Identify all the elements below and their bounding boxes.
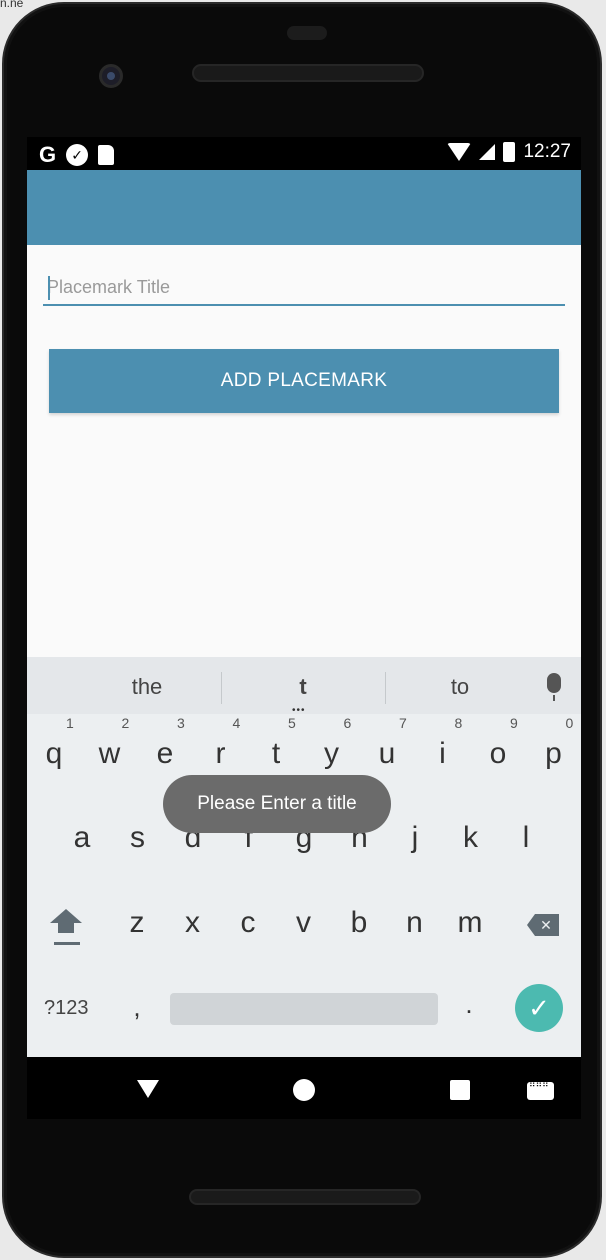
toast-message: Please Enter a title [163,775,391,833]
front-camera [99,64,123,88]
key-o[interactable]: o [483,737,513,771]
key-number-hint: 9 [510,715,518,731]
key-number-hint: 2 [121,715,130,731]
key-z[interactable]: z [122,906,152,940]
backspace-icon[interactable]: ✕ [527,914,559,936]
key-s[interactable]: s [123,821,153,855]
home-icon[interactable] [293,1079,315,1101]
key-b[interactable]: b [344,906,374,940]
suggestion-item[interactable]: t [292,674,314,700]
key-number-hint: 3 [177,715,185,731]
microphone-icon[interactable] [547,673,561,701]
key-p[interactable]: p [539,737,569,771]
key-number-hint: 1 [66,715,74,731]
check-shield-icon: ✓ [66,144,89,166]
suggestion-divider [385,672,386,704]
key-t[interactable]: t [261,737,291,771]
signal-icon [479,144,496,160]
key-l[interactable]: l [511,821,541,855]
comma-key[interactable]: , [127,992,147,1023]
check-icon[interactable]: ✓ [515,984,563,1032]
key-k[interactable]: k [456,821,486,855]
key-u[interactable]: u [372,737,402,771]
key-number-hint: 5 [288,715,296,731]
keyboard-switch-icon[interactable] [527,1079,554,1100]
key-n[interactable]: n [400,906,430,940]
key-y[interactable]: y [317,737,347,771]
soft-keyboard: the t ••• to q1w2e3r4t5y6u7i8o9p0 asdfgh… [27,657,581,1057]
key-a[interactable]: a [67,821,97,855]
symbols-key[interactable]: ?123 [44,997,89,1020]
suggestion-divider [221,672,222,704]
key-m[interactable]: m [455,906,485,940]
navigation-bar [27,1057,581,1119]
back-icon[interactable] [137,1080,159,1098]
key-number-hint: 6 [343,715,352,731]
key-x[interactable]: x [178,906,208,940]
key-r[interactable]: r [206,737,236,771]
text-cursor [48,276,50,300]
shift-icon[interactable] [49,909,83,959]
suggestion-item[interactable]: to [447,674,473,700]
add-placemark-button[interactable]: ADD PLACEMARK [49,349,559,413]
key-w[interactable]: w [95,737,125,771]
suggestion-item[interactable]: the [125,674,169,700]
status-bar: G ✓ 12:27 [27,137,581,170]
key-e[interactable]: e [150,737,180,771]
status-time: 12:27 [523,141,571,162]
key-number-hint: 0 [565,715,574,731]
key-v[interactable]: v [289,906,319,940]
phone-notch [287,26,327,40]
background-text: n.ne [0,0,24,10]
key-i[interactable]: i [428,737,458,771]
earpiece-speaker [192,64,424,82]
key-q[interactable]: q [39,737,69,771]
battery-icon [503,142,516,162]
main-content: ADD PLACEMARK [27,245,581,657]
app-toolbar [27,170,581,245]
space-bar[interactable] [170,993,438,1025]
key-j[interactable]: j [400,821,430,855]
phone-screen: G ✓ 12:27 ADD PLACEMARK the t ••• to q 1 w… [27,137,581,1119]
key-c[interactable]: c [233,906,263,940]
recents-icon[interactable] [450,1080,470,1100]
wifi-icon [447,143,472,161]
suggestion-bar: the t ••• to [27,657,581,716]
key-number-hint: 8 [454,715,463,731]
sd-card-icon [98,145,115,165]
period-key[interactable]: . [459,989,479,1020]
google-g-icon: G [39,142,57,167]
bottom-speaker [189,1189,421,1205]
key-number-hint: 4 [232,715,241,731]
placemark-title-input[interactable] [43,270,565,306]
key-number-hint: 7 [399,715,407,731]
